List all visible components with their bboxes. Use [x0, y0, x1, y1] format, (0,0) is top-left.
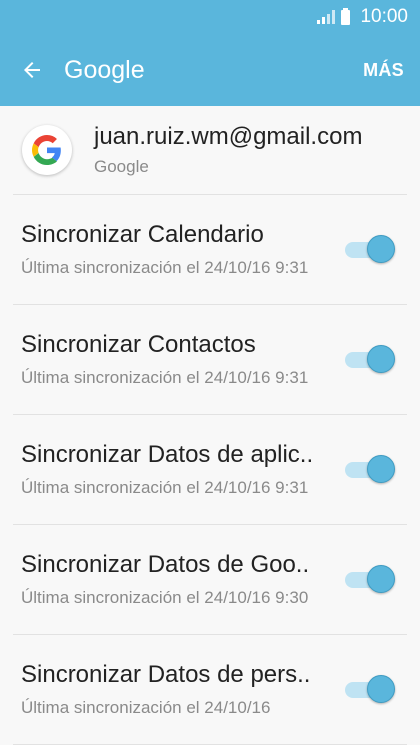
google-logo-icon: [22, 125, 72, 175]
sync-toggle[interactable]: [345, 344, 395, 375]
sync-item-title: Sincronizar Contactos: [21, 331, 256, 358]
arrow-back-icon: [24, 62, 40, 78]
signal-icon: [317, 10, 336, 24]
sync-item-subtitle: Última sincronización el 24/10/16 9:31: [21, 478, 309, 497]
sync-item-subtitle: Última sincronización el 24/10/16 9:31: [21, 368, 309, 387]
sync-item-calendario[interactable]: Sincronizar Calendario Última sincroniza…: [13, 195, 407, 305]
sync-item-subtitle: Última sincronización el 24/10/16 9:31: [21, 258, 309, 277]
sync-toggle[interactable]: [345, 234, 395, 265]
sync-item-datos-personales[interactable]: Sincronizar Datos de pers.. Última sincr…: [13, 635, 407, 745]
account-provider: Google: [94, 157, 149, 176]
more-button[interactable]: MÁS: [347, 60, 420, 81]
account-header: juan.ruiz.wm@gmail.com Google: [13, 106, 407, 195]
sync-item-subtitle: Última sincronización el 24/10/16: [21, 698, 271, 717]
sync-item-title: Sincronizar Datos de Goo..: [21, 551, 310, 578]
sync-toggle[interactable]: [345, 674, 395, 705]
sync-toggle[interactable]: [345, 564, 395, 595]
sync-item-title: Sincronizar Datos de pers..: [21, 661, 311, 688]
page-title: Google: [64, 55, 145, 84]
sync-item-datos-google[interactable]: Sincronizar Datos de Goo.. Última sincro…: [13, 525, 407, 635]
sync-item-subtitle: Última sincronización el 24/10/16 9:30: [21, 588, 309, 607]
sync-item-title: Sincronizar Calendario: [21, 221, 264, 248]
status-time: 10:00: [360, 6, 408, 27]
sync-item-datos-aplicaciones[interactable]: Sincronizar Datos de aplic.. Última sinc…: [13, 415, 407, 525]
status-bar: 10:00: [0, 0, 420, 34]
sync-item-title: Sincronizar Datos de aplic..: [21, 441, 314, 468]
sync-toggle[interactable]: [345, 454, 395, 485]
back-button[interactable]: [0, 34, 64, 106]
battery-icon: [341, 7, 351, 25]
account-email: juan.ruiz.wm@gmail.com: [94, 123, 363, 150]
sync-list: juan.ruiz.wm@gmail.com Google Sincroniza…: [0, 106, 420, 745]
sync-item-contactos[interactable]: Sincronizar Contactos Última sincronizac…: [13, 305, 407, 415]
app-bar: Google MÁS: [0, 34, 420, 106]
